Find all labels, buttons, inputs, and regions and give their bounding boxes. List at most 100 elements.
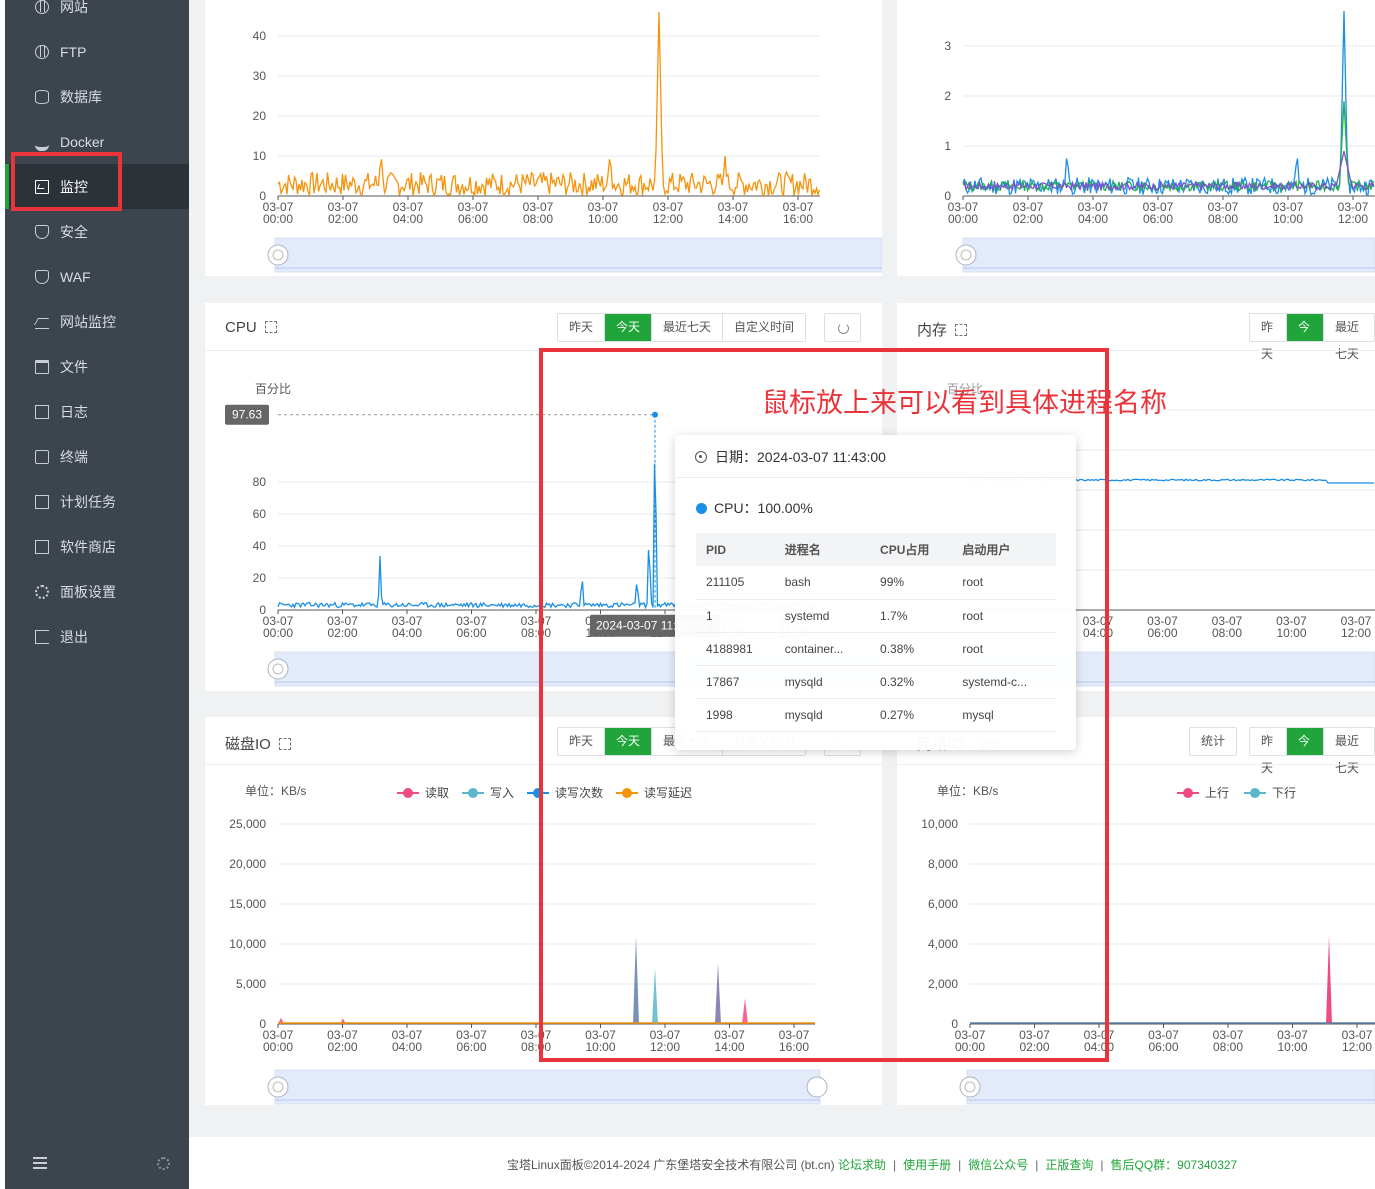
y-tick-label: 2 — [944, 89, 951, 103]
footer-separator: | — [958, 1158, 962, 1172]
y-tick-label: 5,000 — [236, 977, 266, 991]
top-right-chart-panel: 0 1 2 3 03-07 00:00 03-07 02:00 03-07 04:00 03-07 0… — [897, 0, 1375, 276]
shield-icon — [35, 224, 49, 239]
footer-separator: | — [892, 1158, 897, 1172]
x-tick-label: 08:00 — [1213, 1040, 1243, 1054]
sidebar-item-label: Docker — [60, 133, 105, 150]
x-tick-label: 06:00 — [1143, 212, 1173, 226]
x-tick-label: 00:00 — [263, 626, 293, 640]
footer-link[interactable]: 微信公众号 — [968, 1158, 1028, 1172]
sidebar-item-label: 安全 — [60, 223, 88, 240]
slider-handle-left — [267, 244, 289, 266]
y-tick-label: 20 — [253, 571, 267, 585]
globe-icon — [35, 0, 49, 14]
annotation-text: 鼠标放上来可以看到具体进程名称 — [762, 388, 1167, 419]
sidebar-item-7[interactable]: 网站监控 — [5, 299, 189, 344]
terminal-icon — [35, 449, 49, 464]
marker-value: 97.63 — [232, 408, 262, 422]
series-line — [277, 11, 821, 198]
zoom-slider — [966, 1069, 1375, 1105]
globe-icon — [35, 44, 49, 59]
x-tick-label: 04:00 — [393, 212, 423, 226]
x-tick-label: 08:00 — [1208, 212, 1238, 226]
top-left-chart-panel: 0 10 20 30 40 03-07 00:00 03-07 02:00 03-07 04:00 0… — [205, 0, 883, 276]
y-axis-label: 百分比 — [255, 382, 291, 396]
y-tick-label: 1 — [944, 139, 951, 153]
footer-link[interactable]: 售后QQ群：907340327 — [1111, 1158, 1238, 1172]
sidebar-item-8[interactable]: 文件 — [5, 344, 189, 389]
sidebar-item-14[interactable]: 退出 — [5, 614, 189, 659]
footer-content: 宝塔Linux面板©2014-2024 广东堡塔安全技术有限公司 (bt.cn)… — [507, 1156, 1237, 1173]
sidebar-item-13[interactable]: 面板设置 — [5, 569, 189, 614]
y-tick-label: 40 — [253, 539, 267, 553]
folder-icon — [35, 359, 49, 374]
grid-icon — [35, 539, 49, 554]
x-tick-label: 12:00 — [1342, 1040, 1372, 1054]
footer-link[interactable]: 使用手册 — [903, 1158, 951, 1172]
copyright-text: 宝塔Linux面板©2014-2024 广东堡塔安全技术有限公司 (bt.cn) — [507, 1158, 835, 1172]
x-tick-label: 08:00 — [1212, 626, 1242, 640]
sidebar-item-2[interactable]: 数据库 — [5, 74, 189, 119]
calendar-icon — [35, 494, 49, 509]
top-right-chart: 012303-0700:0003-0702:0003-0704:0003-070… — [944, 10, 1375, 273]
footer-separator: | — [1035, 1158, 1039, 1172]
series-line — [962, 10, 1375, 196]
y-tick-label: 80 — [253, 475, 267, 489]
y-tick-label: 10 — [253, 149, 267, 163]
sidebar-settings-icon[interactable] — [157, 1157, 170, 1170]
data-spike — [1326, 936, 1332, 1024]
sidebar-item-6[interactable]: WAF — [5, 254, 189, 299]
x-tick-label: 10:00 — [1273, 212, 1303, 226]
footer-link[interactable]: 论坛求助 — [838, 1158, 886, 1172]
wave-icon — [35, 315, 49, 329]
docker-icon — [35, 137, 49, 151]
sidebar-item-11[interactable]: 计划任务 — [5, 479, 189, 524]
y-tick-label: 3 — [944, 39, 951, 53]
sidebar-item-1[interactable]: FTP — [5, 29, 189, 74]
x-tick-label: 04:00 — [392, 1040, 422, 1054]
legend-label: 下行 — [1272, 786, 1296, 800]
y-tick-label: 30 — [253, 69, 267, 83]
x-tick-label: 12:00 — [1338, 212, 1368, 226]
sidebar-item-9[interactable]: 日志 — [5, 389, 189, 434]
legend-marker — [468, 788, 478, 798]
top-left-chart: 01020304003-0700:0003-0702:0003-0704:000… — [253, 11, 883, 273]
x-tick-label: 10:00 — [1276, 626, 1306, 640]
sidebar-item-5[interactable]: 安全 — [5, 209, 189, 254]
gear-icon — [35, 584, 49, 599]
footer-link[interactable]: 正版查询 — [1045, 1158, 1093, 1172]
collapse-menu-icon[interactable] — [33, 1157, 47, 1169]
sidebar-item-0[interactable]: 网站 — [5, 0, 189, 29]
zoom-slider — [962, 237, 1375, 273]
sidebar-item-label: 计划任务 — [60, 493, 116, 510]
database-icon — [35, 89, 49, 104]
unit-label: 单位：KB/s — [245, 783, 306, 798]
x-tick-label: 10:00 — [1277, 1040, 1307, 1054]
x-tick-label: 00:00 — [263, 1040, 293, 1054]
footer: 宝塔Linux面板©2014-2024 广东堡塔安全技术有限公司 (bt.cn)… — [189, 1137, 1375, 1189]
x-tick-label: 14:00 — [718, 212, 748, 226]
x-tick-label: 06:00 — [1147, 626, 1177, 640]
x-tick-label: 02:00 — [327, 626, 357, 640]
zoom-slider — [274, 237, 883, 273]
sidebar-item-10[interactable]: 终端 — [5, 434, 189, 479]
sidebar-item-label: 网站监控 — [60, 313, 116, 330]
x-tick-label: 02:00 — [327, 1040, 357, 1054]
zoom-slider — [274, 1069, 821, 1105]
sidebar-item-label: 面板设置 — [60, 583, 116, 600]
x-tick-label: 06:00 — [456, 1040, 486, 1054]
sidebar-item-label: 网站 — [60, 0, 88, 15]
x-tick-label: 02:00 — [328, 212, 358, 226]
y-tick-label: 10,000 — [229, 937, 266, 951]
sidebar-item-12[interactable]: 软件商店 — [5, 524, 189, 569]
slider-handle-right — [806, 1076, 828, 1098]
slider-handle-left — [955, 244, 977, 266]
legend-marker — [1250, 788, 1260, 798]
x-tick-label: 10:00 — [588, 212, 618, 226]
x-tick-label: 02:00 — [1013, 212, 1043, 226]
sidebar-item-label: WAF — [60, 268, 91, 285]
slider-handle-left — [959, 1076, 981, 1098]
legend-label: 写入 — [490, 786, 514, 800]
sidebar-item-label: 数据库 — [60, 88, 102, 105]
legend-marker — [403, 788, 413, 798]
